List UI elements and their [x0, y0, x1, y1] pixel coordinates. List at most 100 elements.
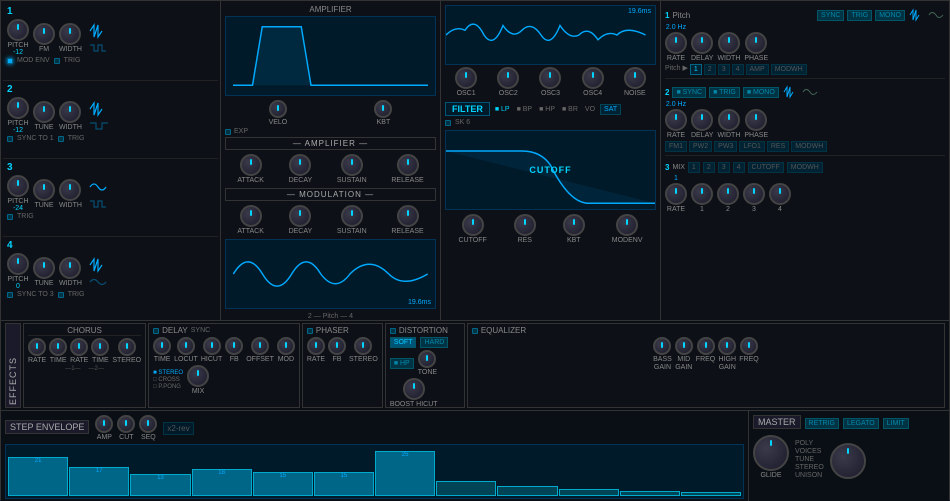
- lfo1-mono-btn[interactable]: MONO: [875, 10, 905, 21]
- osc4-width-knob[interactable]: [59, 257, 81, 279]
- master-limit-btn[interactable]: LIMIT: [883, 418, 909, 429]
- lfo1-rate-knob[interactable]: [665, 32, 687, 54]
- amp-velo-knob[interactable]: [269, 100, 287, 118]
- osc4-led[interactable]: [7, 292, 13, 298]
- lfo2-rate-knob[interactable]: [665, 109, 687, 131]
- lfo3-route-1[interactable]: 1: [688, 162, 700, 173]
- delay-offset-knob[interactable]: [251, 337, 269, 355]
- master-legato-btn[interactable]: LEGATO: [843, 418, 879, 429]
- step-bar-11[interactable]: [620, 491, 680, 496]
- lfo1-phase-knob[interactable]: [745, 32, 767, 54]
- phaser-fb-knob[interactable]: [328, 337, 346, 355]
- step-bar-9[interactable]: [497, 486, 557, 496]
- osc3-mix-knob[interactable]: [539, 67, 561, 89]
- filter-lp-btn[interactable]: ■ LP: [493, 105, 512, 114]
- osc2-trig-led[interactable]: [58, 136, 64, 142]
- filter-bp-btn[interactable]: ■ BP: [515, 105, 535, 114]
- master-retrig-btn[interactable]: RETRIG: [805, 418, 839, 429]
- step-env-amp-knob[interactable]: [95, 415, 113, 433]
- filter-res-knob[interactable]: [514, 214, 536, 236]
- distortion-tone-knob[interactable]: [418, 350, 436, 368]
- eq-high-gain-knob[interactable]: [718, 337, 736, 355]
- filter-kbt-knob[interactable]: [563, 214, 585, 236]
- lfo2-fm1[interactable]: FM1: [665, 141, 687, 152]
- lfo2-phase-knob[interactable]: [745, 109, 767, 131]
- chorus-time2-knob[interactable]: [91, 338, 109, 356]
- osc1-fm-knob[interactable]: [33, 23, 55, 45]
- filter-br-btn[interactable]: ■ BR: [560, 105, 580, 114]
- lfo3-route-4[interactable]: 4: [733, 162, 745, 173]
- amp-kbt-knob[interactable]: [374, 100, 392, 118]
- lfo1-trig-btn[interactable]: TRIG: [847, 10, 872, 21]
- step-bar-7[interactable]: 25: [375, 451, 435, 496]
- lfo3-mix3-knob[interactable]: [743, 183, 765, 205]
- chorus-stereo-knob[interactable]: [118, 338, 136, 356]
- osc1-waveform-selector[interactable]: [88, 23, 112, 53]
- chorus-time1-knob[interactable]: [49, 338, 67, 356]
- lfo1-route-1[interactable]: 1: [690, 64, 702, 75]
- osc1-pitch-knob[interactable]: [7, 19, 29, 41]
- master-main-knob[interactable]: [830, 443, 866, 479]
- step-bar-1[interactable]: 21: [8, 457, 68, 496]
- equalizer-led[interactable]: [472, 328, 478, 334]
- lfo2-mono-btn[interactable]: ■ MONO: [743, 87, 779, 98]
- filter-vo-btn[interactable]: VO: [583, 105, 597, 114]
- eq-mid-freq-knob[interactable]: [697, 337, 715, 355]
- amp-attack-knob[interactable]: [240, 154, 262, 176]
- osc4-waveform-selector[interactable]: [88, 257, 112, 287]
- delay-mix-knob[interactable]: [187, 365, 209, 387]
- phaser-stereo-knob[interactable]: [354, 337, 372, 355]
- osc2-width-knob[interactable]: [59, 101, 81, 123]
- step-bar-3[interactable]: 13: [130, 474, 190, 496]
- amp-exp-led[interactable]: [225, 129, 231, 135]
- delay-locut-knob[interactable]: [177, 337, 195, 355]
- mod-decay-knob[interactable]: [289, 205, 311, 227]
- osc4-trig-led[interactable]: [58, 292, 64, 298]
- osc2-tune-knob[interactable]: [33, 101, 55, 123]
- step-bar-8[interactable]: [436, 481, 496, 496]
- step-env-seq-knob[interactable]: [139, 415, 157, 433]
- osc2-waveform-selector[interactable]: [88, 101, 112, 131]
- lfo1-route-modwh[interactable]: MODWH: [771, 64, 807, 75]
- osc1-width-knob[interactable]: [59, 23, 81, 45]
- osc3-trig-led[interactable]: [7, 214, 13, 220]
- mod-sustain-knob[interactable]: [341, 205, 363, 227]
- distortion-led[interactable]: [390, 328, 396, 334]
- lfo3-mix2-knob[interactable]: [717, 183, 739, 205]
- amp-sustain-knob[interactable]: [341, 154, 363, 176]
- chorus-rate2-knob[interactable]: [70, 338, 88, 356]
- distortion-soft-btn[interactable]: SOFT: [390, 337, 417, 348]
- delay-led[interactable]: [153, 328, 159, 334]
- filter-hp-btn[interactable]: ■ HP: [537, 105, 557, 114]
- osc2-led[interactable]: [7, 136, 13, 142]
- lfo3-rate-knob[interactable]: [665, 183, 687, 205]
- mod-release-knob[interactable]: [397, 205, 419, 227]
- lfo1-route-amp[interactable]: AMP: [746, 64, 769, 75]
- osc1-mix-knob[interactable]: [455, 67, 477, 89]
- lfo1-delay-knob[interactable]: [691, 32, 713, 54]
- lfo3-route-modwh[interactable]: MODWH: [787, 162, 823, 173]
- filter-modenv-knob[interactable]: [616, 214, 638, 236]
- osc3-width-knob[interactable]: [59, 179, 81, 201]
- step-bar-4[interactable]: 18: [192, 469, 252, 496]
- lfo3-mix1-knob[interactable]: [691, 183, 713, 205]
- amp-release-knob[interactable]: [397, 154, 419, 176]
- lfo1-route-2[interactable]: 2: [704, 64, 716, 75]
- lfo3-route-cutoff[interactable]: CUTOFF: [748, 162, 784, 173]
- osc4-tune-knob[interactable]: [33, 257, 55, 279]
- osc3-tune-knob[interactable]: [33, 179, 55, 201]
- lfo3-mix4-knob[interactable]: [769, 183, 791, 205]
- mod-attack-knob[interactable]: [240, 205, 262, 227]
- lfo2-width-knob[interactable]: [718, 109, 740, 131]
- osc1-trig-led[interactable]: [54, 58, 60, 64]
- distortion-hard-btn[interactable]: HARD: [420, 337, 448, 348]
- delay-mod-knob[interactable]: [277, 337, 295, 355]
- osc2-pitch-knob[interactable]: [7, 97, 29, 119]
- step-env-cut-knob[interactable]: [117, 415, 135, 433]
- lfo3-route-2[interactable]: 2: [703, 162, 715, 173]
- lfo1-width-knob[interactable]: [718, 32, 740, 54]
- filter-sat-btn[interactable]: SAT: [600, 104, 621, 115]
- lfo1-route-3[interactable]: 3: [718, 64, 730, 75]
- delay-time-knob[interactable]: [153, 337, 171, 355]
- phaser-rate-knob[interactable]: [307, 337, 325, 355]
